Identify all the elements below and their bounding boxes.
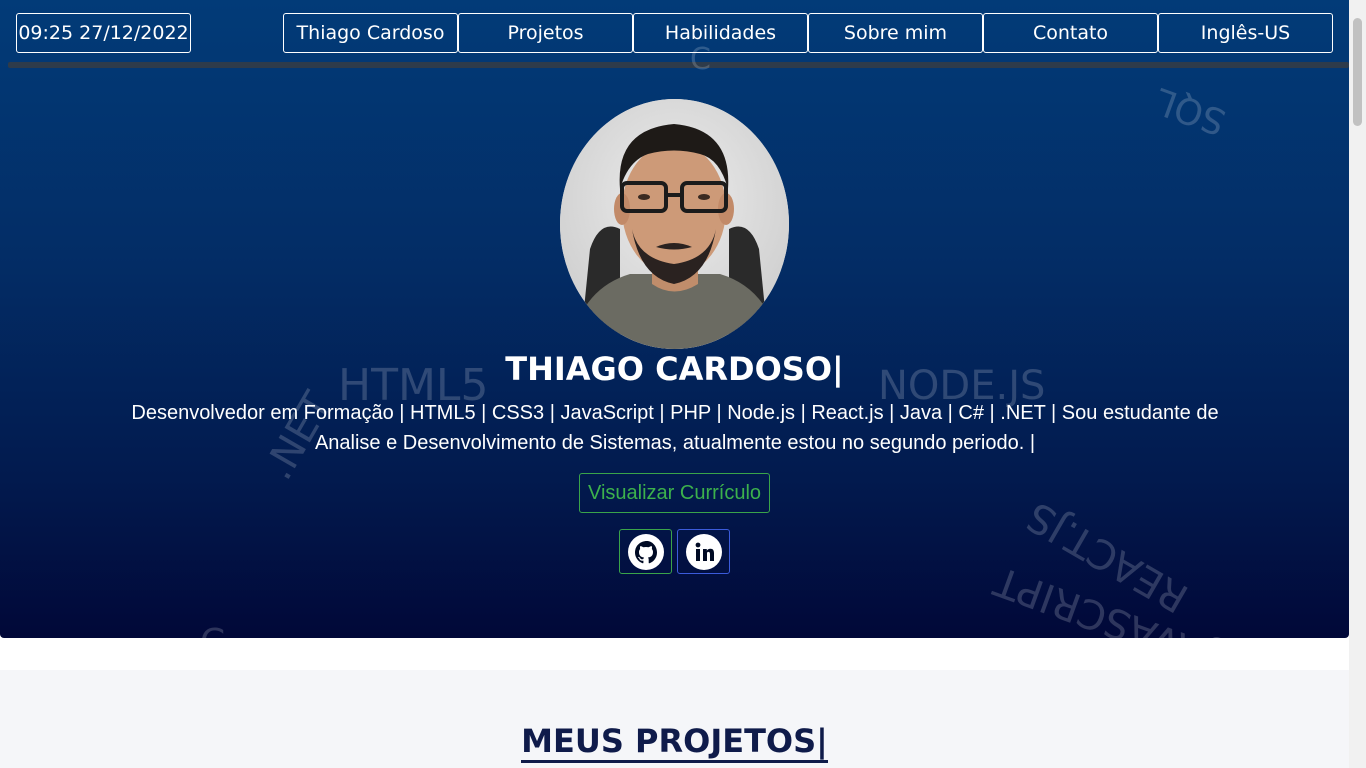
header-divider bbox=[8, 62, 1349, 68]
profile-photo bbox=[560, 99, 789, 349]
nav-home[interactable]: Thiago Cardoso bbox=[283, 13, 458, 53]
clock-display: 09:25 27/12/2022 bbox=[16, 13, 191, 53]
background-word-sql: SQL bbox=[1150, 79, 1232, 143]
portfolio-page: C SQL HTML5 NODE.JS .NET REACT.JS JAVASC… bbox=[0, 0, 1366, 768]
hero-section: C SQL HTML5 NODE.JS .NET REACT.JS JAVASC… bbox=[0, 0, 1349, 638]
nav-projects[interactable]: Projetos bbox=[458, 13, 633, 53]
hero-name: THIAGO CARDOSO| bbox=[0, 350, 1349, 388]
profile-photo-illustration bbox=[560, 99, 789, 349]
projects-title-text: MEUS PROJETOS bbox=[521, 722, 817, 760]
main-nav: Thiago Cardoso Projetos Habilidades Sobr… bbox=[283, 13, 1333, 53]
linkedin-link[interactable] bbox=[677, 529, 730, 574]
linkedin-icon bbox=[685, 533, 722, 570]
projects-section: MEUS PROJETOS| bbox=[0, 670, 1349, 768]
view-resume-button[interactable]: Visualizar Currículo bbox=[579, 473, 770, 513]
nav-language[interactable]: Inglês-US bbox=[1158, 13, 1333, 53]
typing-caret: | bbox=[832, 350, 844, 388]
nav-contact[interactable]: Contato bbox=[983, 13, 1158, 53]
projects-title: MEUS PROJETOS| bbox=[0, 722, 1349, 763]
hero-name-text: THIAGO CARDOSO bbox=[505, 350, 833, 388]
page-scrollbar[interactable] bbox=[1349, 0, 1366, 768]
scrollbar-thumb[interactable] bbox=[1353, 18, 1362, 126]
nav-skills[interactable]: Habilidades bbox=[633, 13, 808, 53]
github-icon bbox=[627, 533, 664, 570]
hero-description: Desenvolvedor em Formação | HTML5 | CSS3… bbox=[131, 402, 1219, 454]
nav-about[interactable]: Sobre mim bbox=[808, 13, 983, 53]
typing-caret: | bbox=[816, 722, 828, 760]
github-link[interactable] bbox=[619, 529, 672, 574]
background-word: C bbox=[200, 622, 225, 638]
